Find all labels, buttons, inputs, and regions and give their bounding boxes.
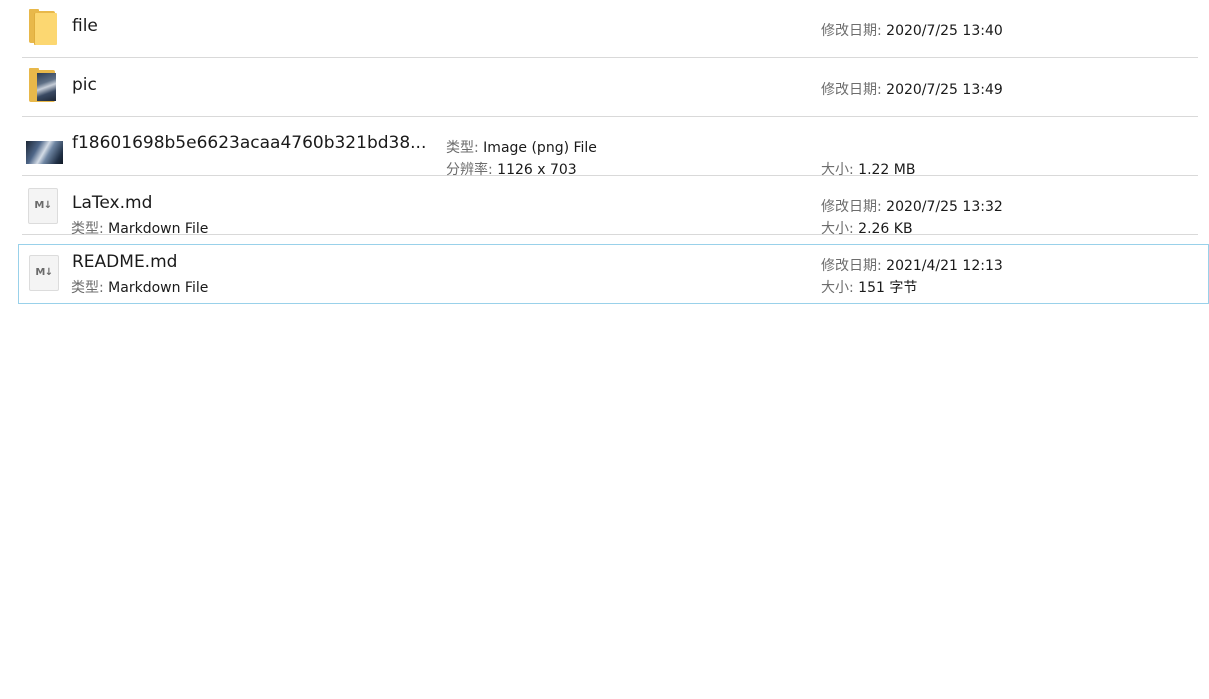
modified-date: 修改日期: 2020/7/25 13:32 <box>821 199 1003 215</box>
markdown-file-icon: M↓ <box>26 253 60 293</box>
folder-image-icon <box>25 68 59 108</box>
file-type: 类型: Markdown File <box>71 221 209 237</box>
item-name: pic <box>72 75 97 95</box>
list-item-latex-md[interactable]: M↓ LaTex.md 类型: Markdown File 修改日期: 2020… <box>22 177 1198 237</box>
list-item-pic[interactable]: pic 修改日期: 2020/7/25 13:49 <box>22 59 1198 117</box>
list-item-file[interactable]: file 修改日期: 2020/7/25 13:40 <box>22 0 1198 58</box>
item-name: f18601698b5e6623acaa4760b321bd38... <box>72 133 427 153</box>
list-item-image[interactable]: f18601698b5e6623acaa4760b321bd38... 类型: … <box>22 118 1198 178</box>
file-size: 大小: 151 字节 <box>821 280 918 296</box>
modified-date: 修改日期: 2021/4/21 12:13 <box>821 258 1003 274</box>
file-size: 大小: 1.22 MB <box>821 162 916 178</box>
item-name: README.md <box>72 252 178 272</box>
image-thumbnail-icon <box>25 127 63 167</box>
item-name: LaTex.md <box>72 193 153 213</box>
file-type: 类型: Markdown File <box>71 280 209 296</box>
markdown-file-icon: M↓ <box>25 186 59 226</box>
file-size: 大小: 2.26 KB <box>821 221 913 237</box>
folder-icon <box>25 9 59 49</box>
image-resolution: 分辨率: 1126 x 703 <box>446 162 577 178</box>
file-list: file 修改日期: 2020/7/25 13:40 pic 修改日期: 202… <box>0 0 1209 699</box>
item-name: file <box>72 16 98 36</box>
list-item-readme-md[interactable]: M↓ README.md 类型: Markdown File 修改日期: 202… <box>18 244 1209 304</box>
modified-date: 修改日期: 2020/7/25 13:49 <box>821 82 1003 98</box>
modified-date: 修改日期: 2020/7/25 13:40 <box>821 23 1003 39</box>
file-type: 类型: Image (png) File <box>446 140 597 156</box>
